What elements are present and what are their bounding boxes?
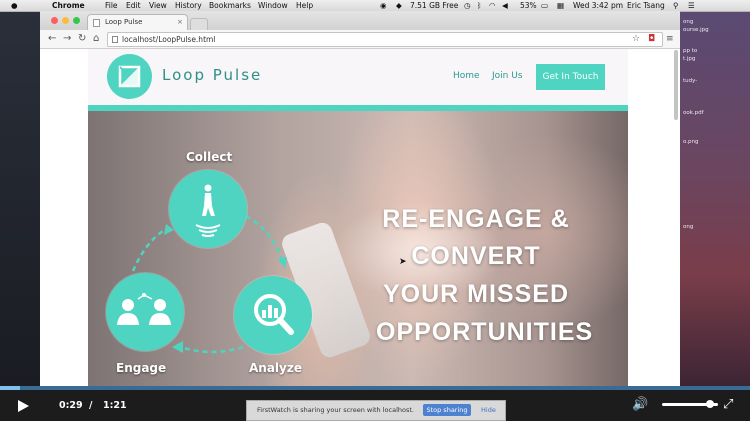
wifi-icon[interactable]: ◠ [489,1,496,10]
menu-app-name[interactable]: Chrome [52,1,85,10]
analyze-label: Analyze [249,361,302,375]
page-icon [93,19,100,27]
extension-icon[interactable]: ◘ [648,32,655,46]
volume-slider-handle[interactable] [705,400,714,408]
browser-tab[interactable]: Loop Pulse × [87,14,188,31]
brand-name[interactable]: Loop Pulse [162,66,262,84]
close-window-button[interactable] [51,17,58,24]
collect-label: Collect [186,150,233,164]
zoom-window-button[interactable] [73,17,80,24]
screen-share-notice: FirstWatch is sharing your screen with l… [246,400,506,421]
url-text: localhost/LoopPulse.html [122,35,216,44]
bluetooth-icon[interactable]: ᛒ [477,1,482,10]
play-icon[interactable] [18,400,29,412]
volume-icon[interactable]: 🔊 [632,397,648,412]
desktop-file-label[interactable]: pp to [683,48,697,54]
current-time: 0:29 [59,400,83,411]
magnifier-chart-icon [254,294,294,335]
forward-arrow-icon[interactable]: → [63,32,71,46]
tab-title: Loop Pulse [105,18,143,26]
hero-headline-line: RE-ENGAGE & [382,205,570,233]
analyze-circle[interactable] [234,276,312,354]
flag-icon[interactable]: ▦ [557,1,564,10]
home-icon[interactable]: ⌂ [93,32,99,46]
menu-history[interactable]: History [175,1,202,10]
desktop-background [680,11,750,388]
menu-view[interactable]: View [149,1,167,10]
hero-headline-line: YOUR MISSED [382,280,570,308]
desktop-file-label[interactable]: ong [683,19,693,25]
desktop-file-label[interactable]: t.jpg [683,56,695,62]
time-separator: / [89,400,93,411]
person-walking-icon [195,184,221,237]
loop-pulse-logo[interactable] [107,54,152,99]
stop-sharing-button[interactable]: Stop sharing [423,404,471,416]
desktop-background-left [0,11,40,388]
get-in-touch-button[interactable]: Get In Touch [536,64,605,90]
dropbox-icon[interactable]: ◆ [396,1,402,10]
logo-mark-icon [118,65,141,88]
menu-user[interactable]: Eric Tsang [627,1,665,10]
fullscreen-icon[interactable]: ⤢ [723,397,733,412]
nav-join-us-link[interactable]: Join Us [492,71,523,81]
menu-edit[interactable]: Edit [126,1,141,10]
collect-circle[interactable] [169,170,247,248]
menu-file[interactable]: File [105,1,118,10]
menu-clock[interactable]: Wed 3:42 pm [573,1,623,10]
desktop-file-label[interactable]: ourse.jpg [683,27,709,33]
apple-icon[interactable]: ● [11,1,18,10]
minimize-window-button[interactable] [62,17,69,24]
volume-menu-icon[interactable]: ◀ [502,1,508,10]
tab-close-icon[interactable]: × [177,15,183,30]
spotlight-icon[interactable]: ⚲ [673,1,679,10]
page-scrollbar[interactable] [674,50,678,120]
people-icon [117,293,171,325]
desktop-file-label[interactable]: ong [683,224,693,230]
engage-label: Engage [116,361,167,375]
battery-icon[interactable]: ▭ [541,1,548,10]
nav-home-link[interactable]: Home [453,71,480,81]
total-time: 1:21 [103,400,127,411]
notification-center-icon[interactable]: ☰ [688,1,695,10]
mouse-cursor-icon: ➤ [399,257,407,267]
desktop-file-label[interactable]: ook.pdf [683,110,704,116]
disk-free-status[interactable]: 7.51 GB Free [410,1,458,10]
address-bar[interactable]: localhost/LoopPulse.html [107,32,663,47]
time-machine-icon[interactable]: ◷ [464,1,471,10]
hero-headline-line: OPPORTUNITIES [376,318,594,346]
menu-bookmarks[interactable]: Bookmarks [209,1,251,10]
desktop-file-label[interactable]: tudy- [683,78,697,84]
screen-share-text: FirstWatch is sharing your screen with l… [257,406,414,414]
page-info-icon[interactable] [112,36,118,43]
menu-help[interactable]: Help [296,1,313,10]
chrome-menu-icon[interactable]: ≡ [666,32,674,46]
menu-window[interactable]: Window [258,1,288,10]
bookmark-star-icon[interactable]: ☆ [632,32,640,46]
desktop-file-label[interactable]: o.png [683,139,699,145]
hide-notice-link[interactable]: Hide [481,406,496,414]
engage-circle[interactable] [106,273,184,351]
reload-icon[interactable]: ↻ [78,32,86,46]
record-icon[interactable]: ◉ [380,1,387,10]
back-arrow-icon[interactable]: ← [48,32,56,46]
battery-percent[interactable]: 53% [520,1,537,10]
